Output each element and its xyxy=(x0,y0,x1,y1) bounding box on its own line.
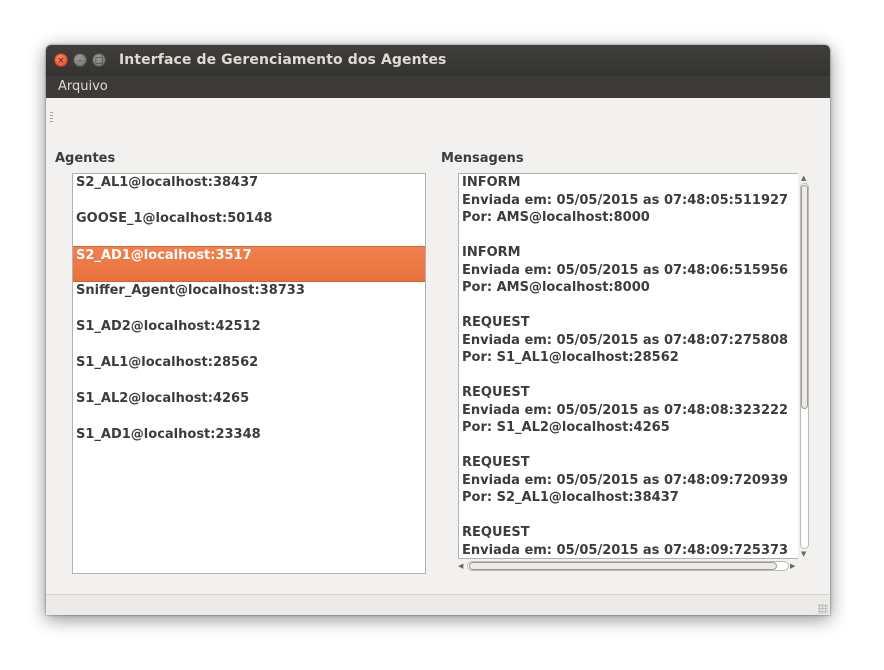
message-line: Enviada em: 05/05/2015 as 07:48:06:51595… xyxy=(462,262,789,278)
agent-list-item[interactable]: S1_AL1@localhost:28562 xyxy=(73,354,425,390)
message-line: Enviada em: 05/05/2015 as 07:48:09:72093… xyxy=(462,472,789,488)
agent-list-item[interactable]: Sniffer_Agent@localhost:38733 xyxy=(73,282,425,318)
window-title: Interface de Gerenciamento dos Agentes xyxy=(119,52,447,68)
message-line: REQUEST xyxy=(462,315,530,330)
message-line: Por: S1_AL2@localhost:4265 xyxy=(462,420,670,435)
menu-arquivo[interactable]: Arquivo xyxy=(58,79,108,94)
menu-bar: Arquivo xyxy=(46,76,830,98)
scroll-right-icon[interactable]: ▶ xyxy=(790,562,795,570)
close-icon[interactable]: × xyxy=(54,53,68,67)
messages-vertical-scrollbar[interactable]: ▲ ▼ xyxy=(798,173,811,559)
agent-list-item[interactable]: GOOSE_1@localhost:50148 xyxy=(73,210,425,246)
messages-textarea[interactable]: INFORM Enviada em: 05/05/2015 as 07:48:05… xyxy=(458,173,799,559)
horizontal-scroll-thumb[interactable] xyxy=(469,562,777,570)
agent-list-item[interactable]: S2_AD1@localhost:3517 xyxy=(73,246,425,282)
scroll-down-icon[interactable]: ▼ xyxy=(801,550,806,558)
agent-list-item[interactable]: S1_AD1@localhost:23348 xyxy=(73,426,425,462)
toolbar-grip[interactable] xyxy=(50,112,53,124)
scroll-left-icon[interactable]: ◀ xyxy=(458,562,463,570)
message-line: INFORM xyxy=(462,245,521,260)
agent-list-item[interactable]: S1_AL2@localhost:4265 xyxy=(73,390,425,426)
message-line: Por: AMS@localhost:8000 xyxy=(462,210,650,225)
message-line: Por: S2_AL1@localhost:38437 xyxy=(462,490,679,505)
status-bar xyxy=(46,594,830,615)
message-line: REQUEST xyxy=(462,455,530,470)
message-line: Por: S1_AL1@localhost:28562 xyxy=(462,350,679,365)
message-line: Enviada em: 05/05/2015 as 07:48:08:32322… xyxy=(462,402,789,418)
message-line: Por: AMS@localhost:8000 xyxy=(462,280,650,295)
app-window: × – □ Interface de Gerenciamento dos Age… xyxy=(46,45,830,615)
message-line: REQUEST xyxy=(462,525,530,540)
agent-list-item[interactable]: S2_AL1@localhost:38437 xyxy=(73,174,425,210)
agents-list[interactable]: S2_AL1@localhost:38437 GOOSE_1@localhost:… xyxy=(72,173,426,574)
minimize-icon[interactable]: – xyxy=(73,53,87,67)
message-line: Enviada em: 05/05/2015 as 07:48:05:51192… xyxy=(462,192,789,208)
messages-horizontal-scrollbar[interactable]: ◀ ▶ xyxy=(458,560,798,573)
maximize-icon[interactable]: □ xyxy=(92,53,106,67)
agents-label: Agentes xyxy=(55,151,116,166)
message-line: REQUEST xyxy=(462,385,530,400)
messages-label: Mensagens xyxy=(441,151,524,166)
title-bar[interactable]: × – □ Interface de Gerenciamento dos Age… xyxy=(46,45,830,76)
message-line: Enviada em: 05/05/2015 as 07:48:07:27580… xyxy=(462,332,789,348)
agent-list-item[interactable]: S1_AD2@localhost:42512 xyxy=(73,318,425,354)
message-line: Enviada em: 05/05/2015 as 07:48:09:72537… xyxy=(462,542,789,558)
message-line: INFORM xyxy=(462,175,521,190)
vertical-scroll-thumb[interactable] xyxy=(801,185,808,409)
resize-grip-icon[interactable] xyxy=(818,604,828,614)
scroll-up-icon[interactable]: ▲ xyxy=(801,174,806,182)
